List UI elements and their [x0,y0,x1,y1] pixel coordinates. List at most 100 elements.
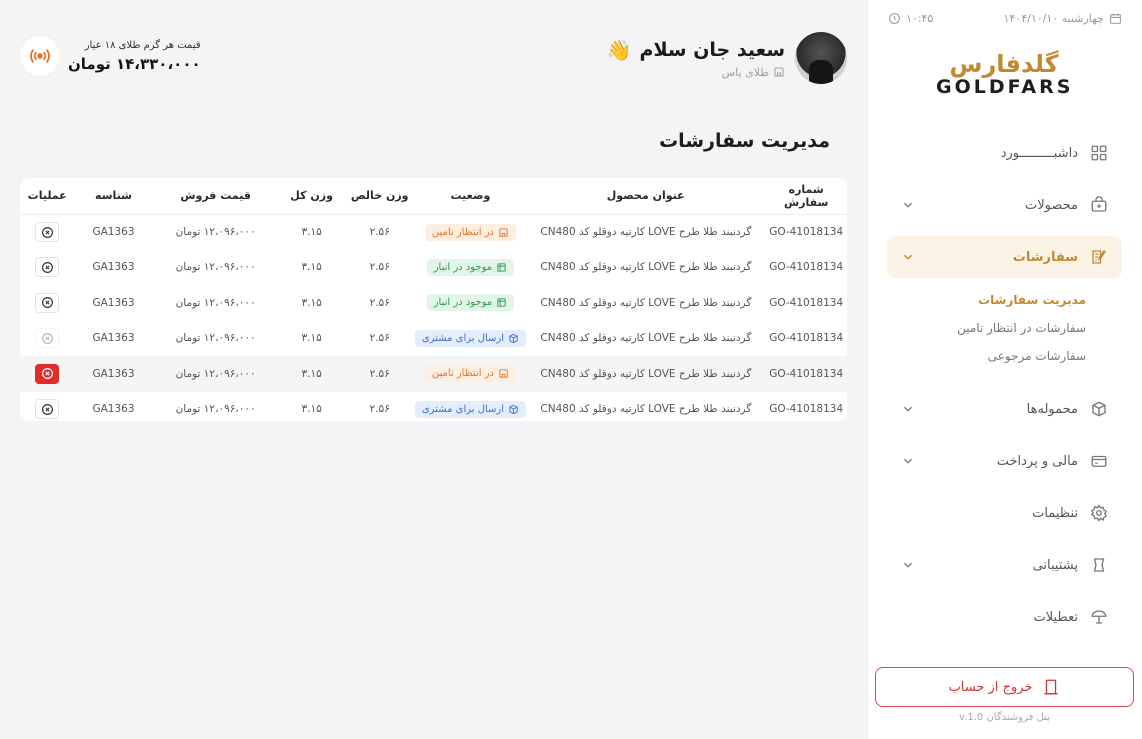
sidebar-item-shipments[interactable]: محموله‌ها [887,388,1122,430]
sale-price-cell: ۱۲،۰۹۶،۰۰۰ تومان [175,367,256,380]
close-circle-icon [41,403,53,415]
product-title-cell[interactable]: گردنبند طلا طرح LOVE کارتیه دوقلو کد CN4… [526,285,765,321]
cancel-order-button[interactable] [35,257,60,278]
product-title-cell[interactable]: گردنبند طلا طرح LOVE کارتیه دوقلو کد CN4… [526,214,765,250]
order-number-cell[interactable]: GO-41018134 [765,392,847,422]
chevron-down-icon[interactable] [899,452,917,470]
submenu-item-manage-orders[interactable]: مدیریت سفارشات [887,286,1086,314]
date-text: چهارشنبه ۱۴۰۴/۱۰/۱۰ [1003,12,1104,25]
wallet-icon [1088,450,1110,472]
chevron-down-icon[interactable] [899,556,917,574]
sidebar-item-label: مالی و پرداخت [996,453,1078,469]
calendar-icon [1109,12,1122,25]
actions-cell [20,392,74,422]
sidebar: چهارشنبه ۱۴۰۴/۱۰/۱۰ ۱۰:۴۵ گلدفارس GOLDFA… [867,0,1142,739]
cancel-order-button[interactable] [35,328,60,349]
net-weight-cell: ۲.۵۶ [369,403,390,416]
actions-cell [20,250,74,286]
total-weight-cell: ۳.۱۵ [301,261,322,274]
table-row[interactable]: GO-41018134 گردنبند طلا طرح LOVE کارتیه د… [20,250,847,286]
table-row[interactable]: GO-41018134 گردنبند طلا طرح LOVE کارتیه د… [20,392,847,422]
products-icon [1088,194,1110,216]
submenu-item-pending-orders[interactable]: سفارشات در انتظار تامین [887,314,1086,342]
order-number-cell[interactable]: GO-41018134 [765,356,847,392]
gold-price-widget: قیمت هر گرم طلای ۱۸ عیار ۱۴،۳۳۰،۰۰۰ توما… [20,36,201,76]
dashboard-icon [1088,142,1110,164]
close-circle-icon [41,261,53,273]
cancel-order-button[interactable] [35,363,60,384]
sku-cell: GA1363 [92,226,135,238]
net-weight-cell: ۲.۵۶ [369,226,390,238]
avatar[interactable] [795,32,847,84]
sku-cell: GA1363 [92,403,135,416]
status-text: ارسال برای مشتری [421,403,505,415]
logout-button[interactable]: خروج از حساب [875,667,1134,707]
product-title-cell[interactable]: گردنبند طلا طرح LOVE کارتیه دوقلو کد CN4… [526,356,765,392]
sale-price-cell: ۱۲،۰۹۶،۰۰۰ تومان [175,332,256,345]
status-cell: در انتظار تامین [415,214,526,250]
product-title-cell[interactable]: گردنبند طلا طرح LOVE کارتیه دوقلو کد CN4… [526,250,765,286]
cancel-order-button[interactable] [35,399,60,420]
product-title-cell[interactable]: گردنبند طلا طرح LOVE کارتیه دوقلو کد CN4… [526,321,765,357]
product-title-cell[interactable]: گردنبند طلا طرح LOVE کارتیه دوقلو کد CN4… [526,392,765,422]
sidebar-item-support[interactable]: پشتیبانی [887,544,1122,586]
sidebar-item-label: پشتیبانی [1032,557,1078,573]
order-number-cell[interactable]: GO-41018134 [765,321,847,357]
status-badge: در انتظار تامین [424,223,516,241]
cancel-order-button[interactable] [35,292,60,313]
total-weight-cell: ۳.۱۵ [301,403,322,416]
clock-icon [888,12,901,25]
sidebar-item-label: محموله‌ها [1026,401,1078,417]
table-row[interactable]: GO-41018134 گردنبند طلا طرح LOVE کارتیه د… [20,214,847,250]
col-net-weight: وزن خالص [350,189,409,203]
col-actions: عملیات [27,189,67,203]
logo-en-text: GOLDFARS [936,76,1074,98]
total-weight-cell: ۳.۱۵ [301,367,322,380]
status-icon [496,297,507,308]
order-number-cell[interactable]: GO-41018134 [765,285,847,321]
col-total-weight: وزن کل [290,189,333,203]
col-sku: شناسه [95,189,132,203]
table-row[interactable]: GO-41018134 گردنبند طلا طرح LOVE کارتیه د… [20,321,847,357]
sidebar-item-label: تنظیمات [1032,505,1078,521]
chevron-down-icon[interactable] [899,196,917,214]
sidebar-item-label: محصولات [1025,197,1078,213]
gold-price-label: قیمت هر گرم طلای ۱۸ عیار [84,39,201,51]
table-row[interactable]: GO-41018134 گردنبند طلا طرح LOVE کارتیه د… [20,285,847,321]
actions-cell [20,321,74,357]
exit-door-icon [1042,678,1060,696]
date-group: چهارشنبه ۱۴۰۴/۱۰/۱۰ [1004,12,1122,25]
total-weight-cell: ۳.۱۵ [301,332,322,345]
submenu-item-returned-orders[interactable]: سفارشات مرجوعی [887,342,1086,370]
col-product-title: عنوان محصول [606,189,685,203]
table-row[interactable]: GO-41018134 گردنبند طلا طرح LOVE کارتیه د… [20,356,847,392]
sidebar-item-dashboard[interactable]: داشبـــــــــورد [887,132,1122,174]
settings-icon [1088,502,1110,524]
order-number-cell[interactable]: GO-41018134 [765,214,847,250]
user-profile[interactable]: سعید جان سلام 👋 طلای پاس [607,32,847,84]
sale-price-cell: ۱۲،۰۹۶،۰۰۰ تومان [175,296,256,309]
sidebar-item-label: سفارشات [1012,249,1078,265]
sidebar-item-products[interactable]: محصولات [887,184,1122,226]
sidebar-item-settings[interactable]: تنظیمات [887,492,1122,534]
sidebar-item-holidays[interactable]: تعطیلات [887,596,1122,638]
status-icon [496,262,507,273]
sale-price-cell: ۱۲،۰۹۶،۰۰۰ تومان [175,261,256,274]
chevron-down-icon[interactable] [899,248,917,266]
gold-price-value: ۱۴،۳۳۰،۰۰۰ تومان [68,54,201,73]
net-weight-cell: ۲.۵۶ [369,367,390,380]
status-badge: در انتظار تامین [424,365,516,383]
logout-label: خروج از حساب [948,679,1033,695]
sidebar-item-orders[interactable]: سفارشات [887,236,1122,278]
brand-logo[interactable]: گلدفارس GOLDFARS [936,52,1072,102]
cancel-order-button[interactable] [35,222,60,242]
actions-cell [20,285,74,321]
chevron-down-icon[interactable] [899,400,917,418]
total-weight-cell: ۳.۱۵ [301,296,322,309]
table-body: GO-41018134 گردنبند طلا طرح LOVE کارتیه د… [20,214,847,421]
shop-info: طلای پاس [607,66,785,79]
status-cell: موجود در انبار [415,250,526,286]
sidebar-item-finance[interactable]: مالی و پرداخت [887,440,1122,482]
total-weight-cell: ۳.۱۵ [301,226,322,238]
order-number-cell[interactable]: GO-41018134 [765,250,847,286]
